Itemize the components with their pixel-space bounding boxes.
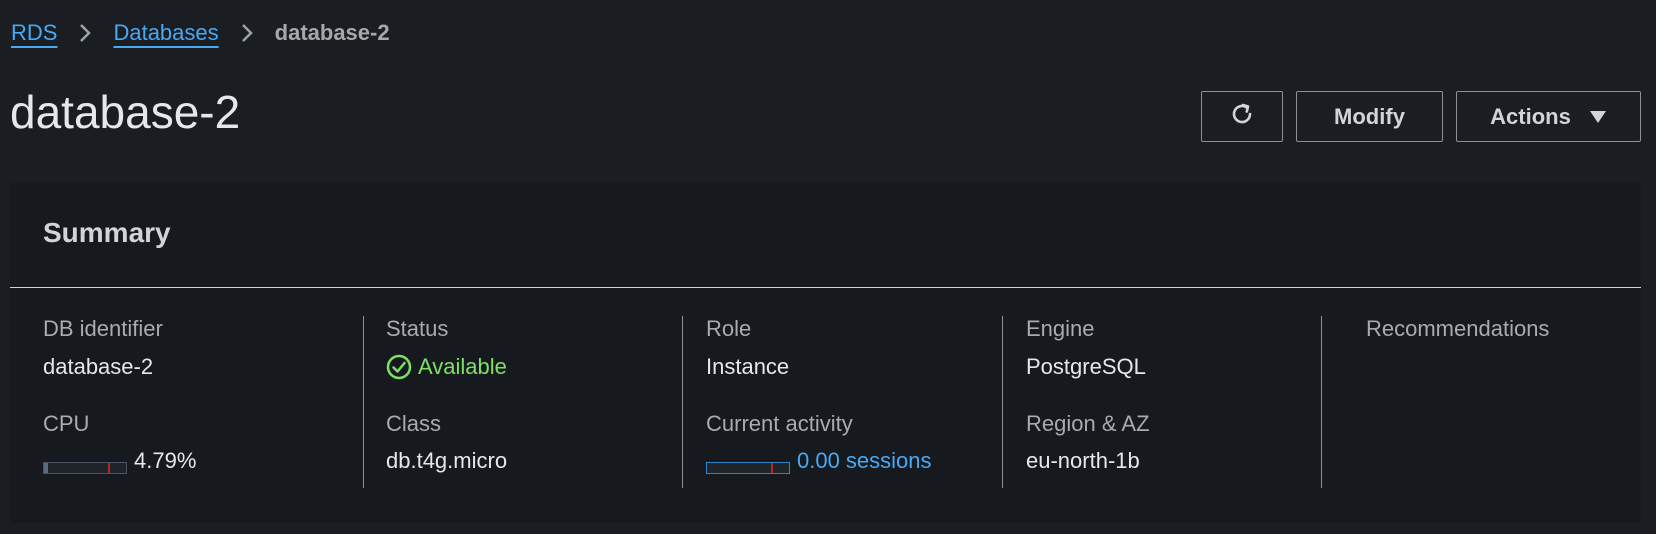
summary-column-engine: Engine PostgreSQL Region & AZ eu-north-1… [1003,316,1321,488]
actions-dropdown-button[interactable]: Actions [1456,91,1641,142]
chevron-right-icon [79,23,92,43]
current-activity-link[interactable]: 0.00 sessions [797,448,932,474]
region-az-value: eu-north-1b [1026,448,1140,473]
breadcrumb: RDS Databases database-2 [11,18,390,48]
recommendations-label: Recommendations [1366,316,1550,341]
class-value: db.t4g.micro [386,448,508,473]
refresh-button[interactable] [1201,91,1283,142]
cpu-value: 4.79% [134,448,197,473]
activity-threshold-mark [771,463,773,473]
modify-button[interactable]: Modify [1296,91,1443,142]
refresh-icon [1228,100,1256,134]
engine-label: Engine [1026,316,1095,341]
rds-database-detail-page: RDS Databases database-2 database-2 Modi… [0,0,1656,534]
db-identifier-value: database-2 [43,354,154,379]
db-identifier-label: DB identifier [43,316,163,341]
chevron-right-icon [241,23,253,43]
activity-meter [706,462,790,474]
role-value: Instance [706,354,790,379]
cpu-meter [43,462,127,474]
summary-panel: Summary DB identifier database-2 CPU 4.7… [10,183,1641,523]
cpu-meter-fill [44,463,48,473]
check-circle-icon [386,354,412,380]
page-title: database-2 [10,86,241,138]
breadcrumb-rds-link[interactable]: RDS [11,18,57,48]
role-label: Role [706,316,752,341]
summary-column-recommendations: Recommendations [1322,316,1640,488]
current-activity-label: Current activity [706,411,853,436]
summary-column-identifier: DB identifier database-2 CPU 4.79% [10,316,344,488]
actions-label: Actions [1490,103,1571,129]
summary-title: Summary [43,217,171,248]
status-badge: Available [386,354,507,380]
status-label: Status [386,316,449,341]
summary-column-status: Status Available Class db.t4g.micro [364,316,682,488]
summary-divider [10,287,1641,288]
cpu-label: CPU [43,411,90,436]
breadcrumb-databases-link[interactable]: Databases [113,18,218,48]
caret-down-icon [1589,110,1607,124]
status-value: Available [418,354,507,379]
breadcrumb-current: database-2 [274,20,390,45]
cpu-threshold-mark [108,463,110,473]
summary-column-role: Role Instance Current activity 0.00 sess… [683,316,1001,488]
region-az-label: Region & AZ [1026,411,1150,436]
engine-value: PostgreSQL [1026,354,1146,379]
class-label: Class [386,411,442,436]
